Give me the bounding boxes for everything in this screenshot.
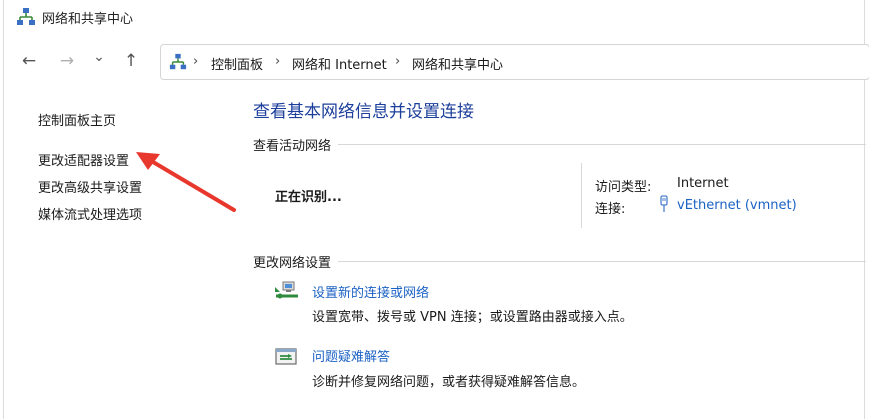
divider (338, 261, 866, 262)
access-type-value: Internet (677, 176, 729, 191)
breadcrumb-network-internet[interactable]: 网络和 Internet (292, 54, 387, 73)
breadcrumb-separator[interactable]: › (193, 54, 198, 69)
breadcrumb-control-panel[interactable]: 控制面板 (211, 54, 263, 73)
access-type-label: 访问类型: (595, 180, 652, 195)
page-title: 查看基本网络信息并设置连接 (253, 102, 474, 122)
up-arrow-icon: ↑ (123, 51, 139, 71)
title-bar: 网络和共享中心 (4, 0, 864, 34)
breadcrumb-network-sharing-center[interactable]: 网络和共享中心 (412, 54, 503, 73)
divider (581, 163, 582, 228)
active-networks-label: 查看活动网络 (253, 139, 332, 154)
new-connection-icon (275, 281, 298, 299)
recent-locations-button[interactable]: ⌄ (88, 44, 110, 70)
troubleshoot-icon (275, 348, 297, 365)
red-arrow-icon (136, 152, 236, 212)
setup-new-connection-link[interactable]: 设置新的连接或网络 (312, 282, 429, 301)
back-arrow-icon: ← (21, 51, 37, 71)
breadcrumb-separator[interactable]: › (275, 54, 280, 69)
connection-link[interactable]: vEthernet (vmnet) (677, 198, 797, 213)
troubleshoot-desc: 诊断并修复网络问题，或者获得疑难解答信息。 (312, 375, 586, 390)
up-button[interactable]: ↑ (120, 48, 142, 74)
breadcrumb-separator[interactable]: › (395, 54, 400, 69)
sidebar-item-change-adapter-settings[interactable]: 更改适配器设置 (38, 150, 129, 169)
change-network-settings-label: 更改网络设置 (253, 256, 332, 271)
sidebar-item-control-panel-home[interactable]: 控制面板主页 (38, 110, 116, 129)
window-title: 网络和共享中心 (42, 12, 134, 27)
troubleshoot-link[interactable]: 问题疑难解答 (312, 346, 390, 365)
ethernet-plug-icon (660, 195, 668, 212)
network-share-center-icon (17, 8, 35, 25)
network-status: 正在识别... (275, 190, 342, 205)
network-share-center-icon (169, 53, 187, 70)
connection-label: 连接: (595, 202, 626, 217)
forward-arrow-icon: → (59, 51, 75, 71)
sidebar-item-media-streaming-options[interactable]: 媒体流式处理选项 (38, 204, 142, 223)
forward-button[interactable]: → (56, 48, 78, 74)
divider (338, 144, 866, 145)
network-sharing-center-window: 网络和共享中心 ← → ⌄ ↑ › 控制面板 › 网络和 Internet › … (3, 0, 869, 419)
sidebar-item-advanced-sharing-settings[interactable]: 更改高级共享设置 (38, 177, 142, 196)
setup-new-connection-desc: 设置宽带、拨号或 VPN 连接；或设置路由器或接入点。 (312, 310, 633, 325)
chevron-down-icon: ⌄ (93, 49, 105, 65)
back-button[interactable]: ← (18, 48, 40, 74)
address-bar[interactable]: › 控制面板 › 网络和 Internet › 网络和共享中心 (160, 44, 869, 80)
